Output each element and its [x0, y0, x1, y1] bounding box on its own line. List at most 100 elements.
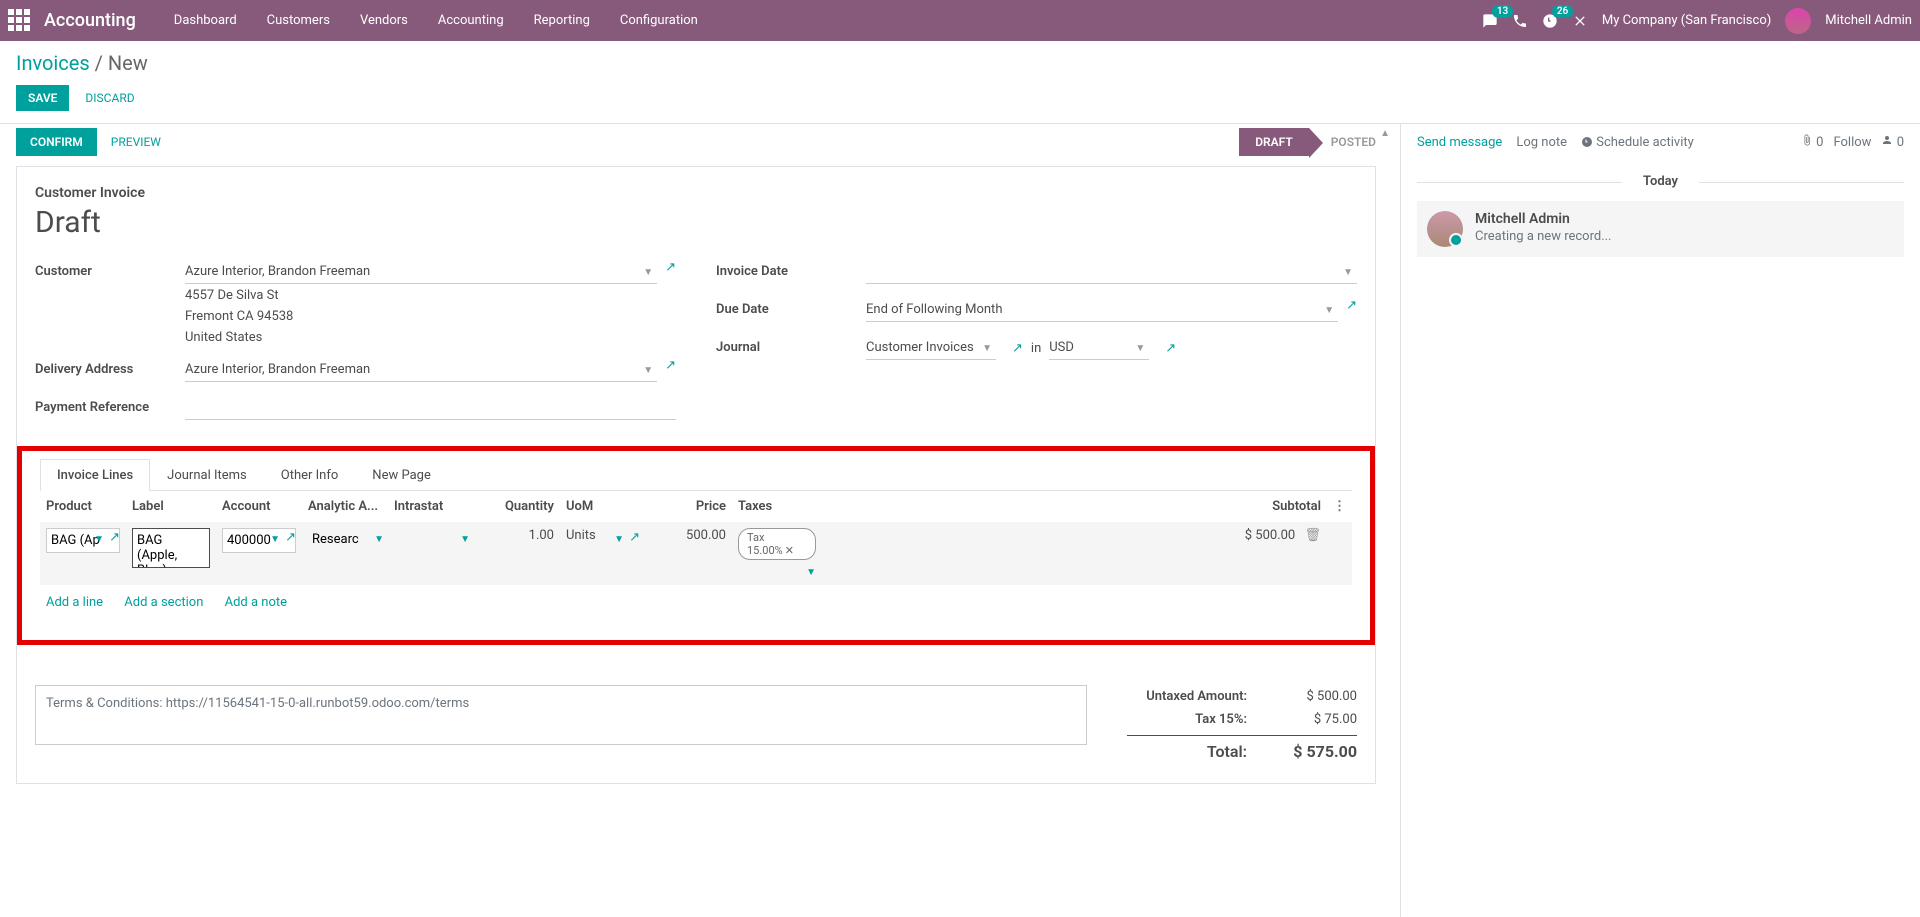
terms-field[interactable]: Terms & Conditions: https://11564541-15-… — [35, 685, 1087, 745]
col-uom: UoM — [560, 491, 646, 522]
nav-accounting[interactable]: Accounting — [424, 5, 518, 36]
journal-field[interactable] — [866, 336, 996, 360]
send-message-link[interactable]: Send message — [1417, 135, 1502, 150]
row-label-field[interactable]: BAG (Apple, Blue) — [132, 528, 210, 568]
external-link-icon[interactable]: ↗ — [1165, 341, 1176, 356]
row-subtotal: $ 500.00 — [1245, 528, 1296, 543]
activities-badge: 26 — [1552, 5, 1573, 18]
log-entry: Mitchell Admin Creating a new record... — [1417, 201, 1904, 257]
columns-menu-icon[interactable]: ⋮ — [1333, 499, 1346, 514]
add-note-link[interactable]: Add a note — [225, 595, 287, 610]
scroll-up-icon[interactable]: ▲ — [1380, 128, 1390, 139]
top-navbar: Accounting Dashboard Customers Vendors A… — [0, 0, 1920, 41]
label-due-date: Due Date — [716, 298, 866, 317]
col-analytic: Analytic A... — [302, 491, 388, 522]
due-date-field[interactable] — [866, 298, 1338, 322]
schedule-activity-link[interactable]: Schedule activity — [1581, 135, 1694, 150]
total-value: $ 575.00 — [1267, 742, 1357, 761]
follow-button[interactable]: Follow — [1833, 135, 1871, 150]
activities-icon[interactable]: 26 — [1542, 13, 1558, 29]
customer-field[interactable] — [185, 260, 657, 284]
form-tabs: Invoice Lines Journal Items Other Info N… — [40, 459, 1352, 491]
row-quantity[interactable]: 1.00 — [474, 522, 560, 585]
tax-value: $ 75.00 — [1267, 712, 1357, 727]
user-avatar[interactable] — [1785, 8, 1811, 34]
followers-count[interactable]: 0 — [1881, 134, 1904, 150]
tax-tag[interactable]: Tax 15.00%✕ — [738, 528, 816, 560]
tab-journal-items[interactable]: Journal Items — [150, 459, 264, 491]
tab-new-page[interactable]: New Page — [355, 459, 448, 491]
external-link-icon[interactable]: ↗ — [629, 530, 640, 545]
company-selector[interactable]: My Company (San Francisco) — [1602, 13, 1771, 28]
nav-dashboard[interactable]: Dashboard — [160, 5, 251, 36]
chatter-panel: Send message Log note Schedule activity … — [1400, 124, 1920, 917]
apps-menu-icon[interactable] — [8, 9, 32, 33]
status-row: Confirm Preview Draft Posted ▲ — [0, 128, 1392, 156]
messages-badge: 13 — [1492, 5, 1513, 18]
nav-vendors[interactable]: Vendors — [346, 5, 422, 36]
form-subtitle: Customer Invoice — [35, 185, 1357, 201]
col-price: Price — [646, 491, 732, 522]
row-uom[interactable]: Units — [566, 528, 596, 543]
invoice-form: Customer Invoice Draft Customer ▼ 4557 — [16, 166, 1376, 784]
currency-field[interactable] — [1049, 336, 1149, 360]
label-payment-ref: Payment Reference — [35, 396, 185, 415]
col-label: Label — [126, 491, 216, 522]
nav-menu: Dashboard Customers Vendors Accounting R… — [160, 5, 1482, 36]
external-link-icon[interactable]: ↗ — [1346, 298, 1357, 313]
messages-icon[interactable]: 13 — [1482, 13, 1498, 29]
discard-button[interactable]: Discard — [73, 85, 146, 111]
user-menu[interactable]: Mitchell Admin — [1825, 13, 1912, 28]
label-in: in — [1031, 341, 1041, 356]
caret-down-icon: ▼ — [614, 534, 624, 545]
row-analytic-field[interactable] — [308, 528, 382, 551]
log-author: Mitchell Admin — [1475, 211, 1894, 227]
table-row: ▼ ↗ BAG (Apple, Blue) ▼ ↗ — [40, 522, 1352, 585]
external-link-icon[interactable]: ↗ — [665, 358, 676, 373]
close-studio-icon[interactable] — [1572, 13, 1588, 29]
invoice-date-field[interactable] — [866, 260, 1357, 284]
untaxed-label: Untaxed Amount: — [1127, 689, 1267, 704]
tab-other-info[interactable]: Other Info — [264, 459, 356, 491]
log-note-link[interactable]: Log note — [1516, 135, 1567, 150]
confirm-button[interactable]: Confirm — [16, 128, 97, 156]
external-link-icon[interactable]: ↗ — [665, 260, 676, 275]
label-customer: Customer — [35, 260, 185, 279]
nav-customers[interactable]: Customers — [253, 5, 344, 36]
label-delivery: Delivery Address — [35, 358, 185, 377]
nav-configuration[interactable]: Configuration — [606, 5, 712, 36]
external-link-icon[interactable]: ↗ — [1012, 341, 1023, 356]
log-message: Creating a new record... — [1475, 229, 1894, 244]
add-section-link[interactable]: Add a section — [124, 595, 203, 610]
row-intrastat-field[interactable] — [394, 528, 468, 551]
payment-reference-field[interactable] — [185, 396, 676, 420]
label-invoice-date: Invoice Date — [716, 260, 866, 279]
col-subtotal: Subtotal — [822, 491, 1327, 522]
preview-button[interactable]: Preview — [97, 128, 175, 156]
tab-invoice-lines[interactable]: Invoice Lines — [40, 459, 150, 491]
save-button[interactable]: Save — [16, 85, 69, 111]
row-price[interactable]: 500.00 — [646, 522, 732, 585]
date-separator: Today — [1417, 174, 1904, 189]
attachments-count[interactable]: 0 — [1801, 134, 1824, 150]
totals-panel: Untaxed Amount: $ 500.00 Tax 15%: $ 75.0… — [1127, 685, 1357, 765]
main-form-area: Confirm Preview Draft Posted ▲ Customer … — [0, 124, 1400, 917]
phone-icon[interactable] — [1512, 13, 1528, 29]
external-link-icon[interactable]: ↗ — [109, 530, 120, 545]
external-link-icon[interactable]: ↗ — [285, 530, 296, 545]
col-taxes: Taxes — [732, 491, 822, 522]
app-brand: Accounting — [44, 10, 136, 31]
delivery-address-field[interactable] — [185, 358, 657, 382]
breadcrumb-bar: Invoices / New — [0, 41, 1920, 81]
tax-label: Tax 15%: — [1127, 712, 1267, 727]
remove-tax-icon[interactable]: ✕ — [785, 544, 794, 557]
nav-reporting[interactable]: Reporting — [520, 5, 604, 36]
caret-down-icon: ▼ — [806, 567, 816, 578]
form-title: Draft — [35, 205, 1357, 240]
add-line-link[interactable]: Add a line — [46, 595, 103, 610]
col-quantity: Quantity — [474, 491, 560, 522]
status-draft[interactable]: Draft — [1239, 128, 1309, 156]
breadcrumb-root[interactable]: Invoices — [16, 51, 90, 75]
total-label: Total: — [1127, 742, 1267, 761]
delete-row-icon[interactable]: 🗑 — [1304, 528, 1321, 543]
